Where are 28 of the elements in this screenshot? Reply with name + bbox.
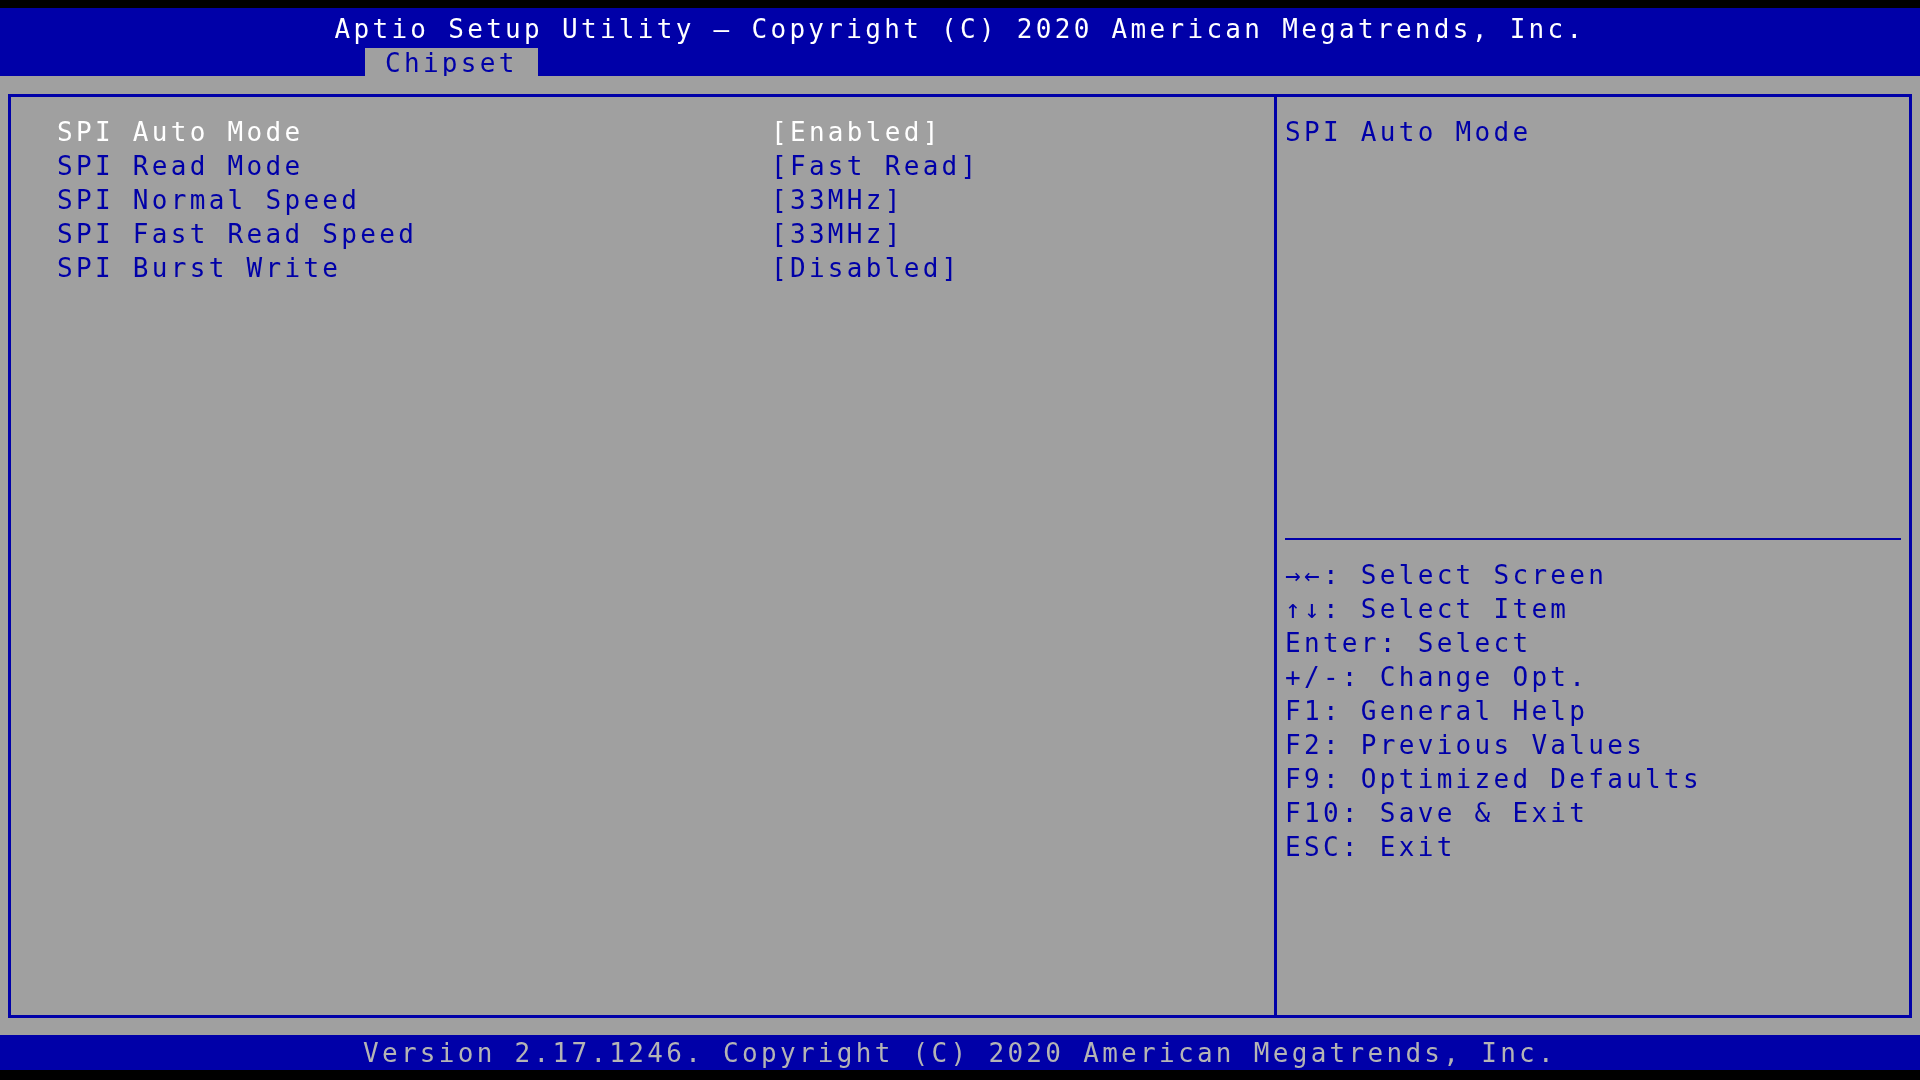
setting-label: SPI Auto Mode — [57, 116, 305, 149]
setting-value: [33MHz] — [771, 184, 904, 217]
key-hint: →←: Select Screen — [1285, 559, 1609, 592]
key-hint: F10: Save & Exit — [1285, 797, 1590, 830]
setting-label: SPI Read Mode — [57, 150, 305, 183]
help-text: SPI Auto Mode — [1285, 116, 1533, 149]
window-title: Aptio Setup Utility – Copyright (C) 2020 American Megatrends, Inc. — [334, 13, 1586, 46]
setting-row[interactable]: SPI Fast Read Speed [33MHz] — [57, 217, 1274, 251]
setting-row[interactable]: SPI Auto Mode [Enabled] — [57, 115, 1274, 149]
setting-label: SPI Normal Speed — [57, 184, 362, 217]
setting-value: [Disabled] — [771, 252, 961, 285]
key-hint: ESC: Exit — [1285, 831, 1457, 864]
key-hint: +/-: Change Opt. — [1285, 661, 1590, 694]
setting-value: [Fast Read] — [771, 150, 980, 183]
key-hint: ↑↓: Select Item — [1285, 593, 1571, 626]
setting-value: [33MHz] — [771, 218, 904, 251]
key-hint: F1: General Help — [1285, 695, 1590, 728]
setting-label: SPI Burst Write — [57, 252, 343, 285]
key-hint: F9: Optimized Defaults — [1285, 763, 1703, 796]
setting-row[interactable]: SPI Read Mode [Fast Read] — [57, 149, 1274, 183]
tab[interactable]: Chipset — [365, 48, 538, 78]
setting-label: SPI Fast Read Speed — [57, 218, 419, 251]
setting-row[interactable]: SPI Burst Write [Disabled] — [57, 251, 1274, 285]
setting-row[interactable]: SPI Normal Speed [33MHz] — [57, 183, 1274, 217]
key-hint: F2: Previous Values — [1285, 729, 1647, 762]
version-text: Version 2.17.1246. Copyright (C) 2020 American Megatrends, Inc. — [362, 1037, 1558, 1068]
setting-value: [Enabled] — [771, 116, 942, 149]
key-hint: Enter: Select — [1285, 627, 1533, 660]
